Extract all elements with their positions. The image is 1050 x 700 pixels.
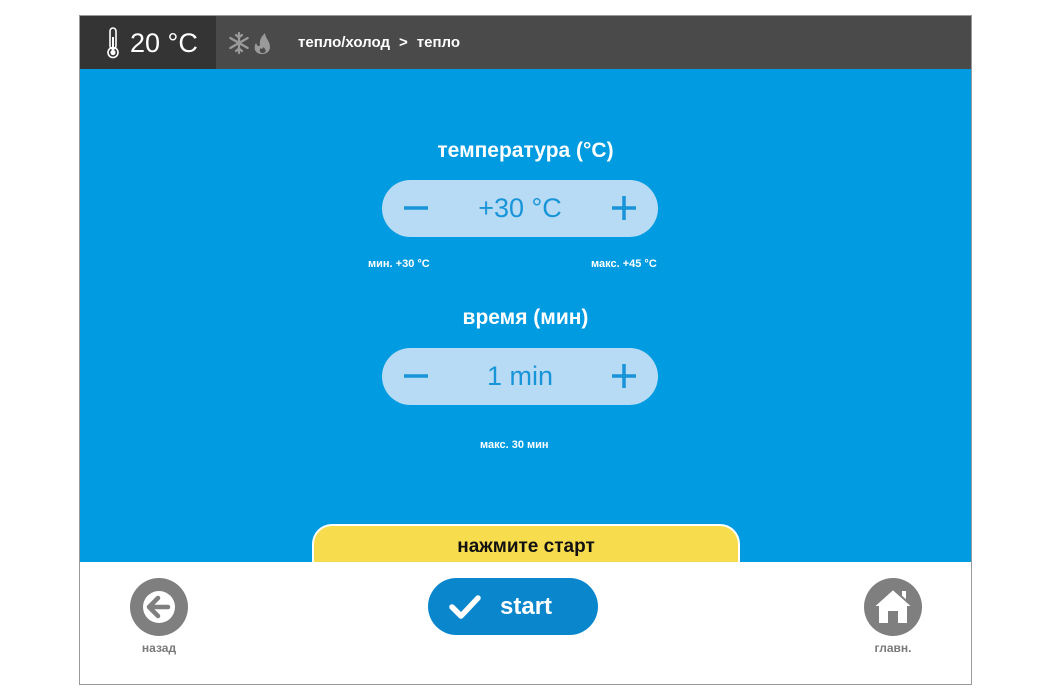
time-increase-button[interactable] <box>604 356 644 396</box>
plus-icon <box>612 364 636 388</box>
footer-bar: назад start главн. <box>80 562 971 684</box>
arrow-left-icon <box>143 591 175 623</box>
home-icon <box>873 587 913 623</box>
back-button[interactable] <box>130 578 188 636</box>
start-button[interactable]: start <box>428 578 598 635</box>
plus-icon <box>612 196 636 220</box>
app-window: 20 °C тепло/холод > тепло температура (°C)… <box>79 15 972 685</box>
snowflake-icon <box>229 31 249 55</box>
time-max-hint: макс. 30 мин <box>480 439 549 451</box>
settings-panel: температура (°C) +30 °C мин. +30 °C макс… <box>80 69 971 564</box>
time-decrease-button[interactable] <box>396 356 436 396</box>
time-label: время (мин) <box>462 306 589 329</box>
temperature-max-hint: макс. +45 °C <box>591 258 657 270</box>
start-label: start <box>500 593 553 620</box>
current-temperature-value: 20 °C <box>130 28 198 58</box>
temperature-stepper: +30 °C <box>382 180 658 237</box>
press-start-banner: нажмите старт <box>312 524 740 564</box>
temperature-decrease-button[interactable] <box>396 188 436 228</box>
temperature-value: +30 °C <box>478 193 562 223</box>
temperature-increase-button[interactable] <box>604 188 644 228</box>
thermometer-icon <box>107 27 119 59</box>
breadcrumb-current: тепло <box>416 34 461 51</box>
checkmark-icon <box>449 595 481 619</box>
temperature-min-hint: мин. +30 °C <box>368 258 430 270</box>
breadcrumb-parent[interactable]: тепло/холод <box>298 34 390 51</box>
time-stepper: 1 min <box>382 348 658 405</box>
home-label: главн. <box>874 641 912 655</box>
header-bar: 20 °C тепло/холод > тепло <box>80 16 971 69</box>
home-button[interactable] <box>864 578 922 636</box>
current-temperature-display: 20 °C <box>80 16 216 69</box>
time-value: 1 min <box>486 361 554 391</box>
breadcrumb: тепло/холод > тепло <box>298 34 460 52</box>
temperature-label: температура (°C) <box>437 139 614 162</box>
back-label: назад <box>141 641 177 655</box>
breadcrumb-separator: > <box>399 34 408 51</box>
heat-cool-mode-icons <box>229 31 270 55</box>
